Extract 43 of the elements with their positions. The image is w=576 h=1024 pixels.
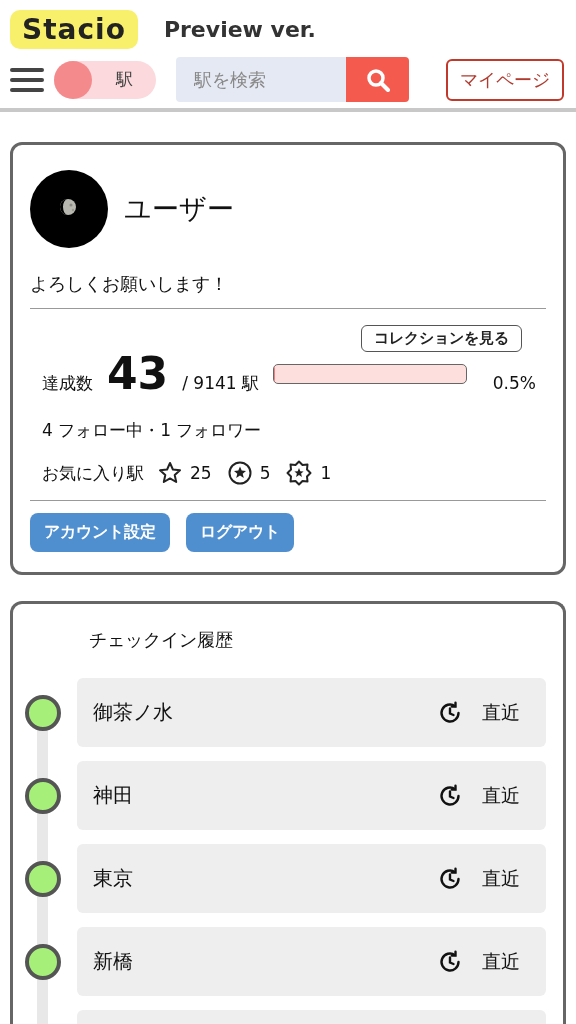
checkin-time: 直近 bbox=[482, 865, 520, 891]
clock-icon bbox=[438, 783, 462, 808]
logo[interactable]: Stacio bbox=[10, 10, 138, 49]
checkin-time: 直近 bbox=[482, 948, 520, 974]
favorite-count: 1 bbox=[320, 463, 332, 483]
history-row[interactable]: 御茶ノ水 直近 bbox=[77, 678, 546, 747]
clock-icon bbox=[438, 866, 462, 891]
favorite-count: 5 bbox=[259, 463, 271, 483]
clock-icon bbox=[438, 700, 462, 725]
station-name: 新橋 bbox=[93, 948, 134, 975]
follow-count: 4 フォロー中・1 フォロワー bbox=[42, 419, 263, 442]
search-field[interactable]: 駅を検索 bbox=[176, 57, 346, 102]
history-row[interactable]: 東京 直近 bbox=[77, 844, 546, 913]
search-button[interactable] bbox=[346, 57, 409, 102]
clock-icon bbox=[438, 949, 462, 974]
checkin-time: 直近 bbox=[482, 782, 520, 808]
station-name: 御茶ノ水 bbox=[93, 699, 174, 726]
star-badge-icon bbox=[286, 460, 313, 486]
timeline-dot bbox=[25, 694, 61, 731]
search-icon bbox=[365, 67, 390, 92]
history-row[interactable]: 新橋 直近 bbox=[77, 927, 546, 996]
user-name: ユーザー bbox=[124, 192, 234, 226]
star-icon bbox=[158, 461, 182, 485]
collection-button[interactable]: コレクションを見る bbox=[361, 325, 522, 352]
mypage-button[interactable]: マイページ bbox=[446, 58, 564, 101]
station-name: 神田 bbox=[93, 782, 134, 809]
achieved-label: 達成数 bbox=[42, 372, 93, 395]
history-row[interactable]: 神田 直近 bbox=[77, 761, 546, 830]
favorite-count: 25 bbox=[190, 463, 212, 483]
mode-toggle[interactable]: 駅 bbox=[54, 60, 156, 99]
menu-icon[interactable] bbox=[10, 66, 44, 93]
progress-percent: 0.5% bbox=[492, 373, 536, 393]
station-name: 東京 bbox=[93, 865, 134, 892]
timeline-dot bbox=[25, 777, 61, 814]
section-title: チェックイン履歴 bbox=[89, 628, 234, 652]
total-stations: / 9141 駅 bbox=[182, 372, 260, 395]
user-bio: よろしくお願いします！ bbox=[30, 272, 229, 296]
favorites-label: お気に入り駅 bbox=[42, 461, 144, 485]
timeline-dot bbox=[25, 860, 61, 897]
timeline-dot bbox=[25, 943, 61, 980]
checkin-time: 直近 bbox=[482, 699, 520, 725]
subtitle: Preview ver. bbox=[163, 17, 316, 42]
achieved-count: 43 bbox=[107, 348, 169, 399]
